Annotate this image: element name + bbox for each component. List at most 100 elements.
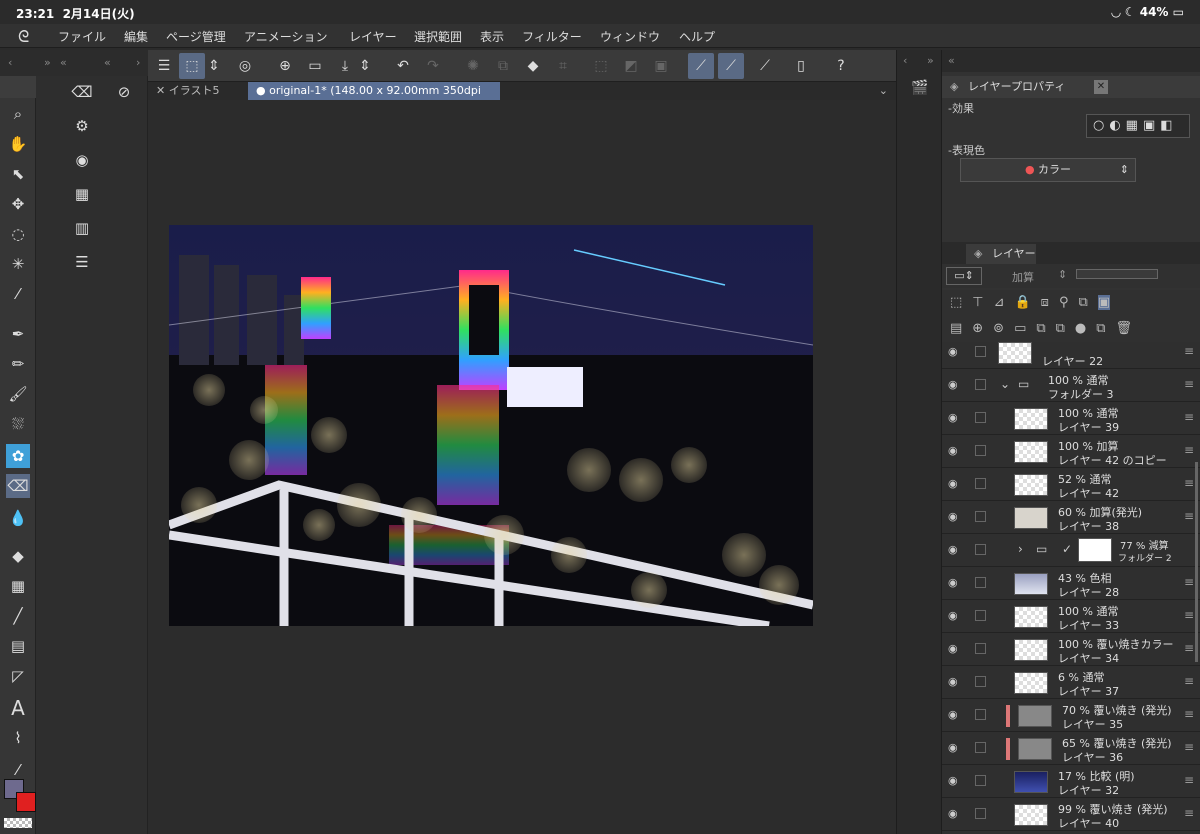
handle-icon[interactable]: ≡	[1184, 377, 1194, 391]
operation-icon[interactable]: ⬉	[6, 162, 30, 186]
pen-icon[interactable]: ✒	[6, 322, 30, 346]
eye-icon[interactable]: ◉	[948, 609, 958, 622]
fill-icon[interactable]: ◆	[520, 53, 546, 79]
checkbox[interactable]	[975, 610, 986, 621]
eye-icon[interactable]: ◉	[948, 345, 958, 358]
layer-panel-tab[interactable]: ◈ レイヤー	[966, 244, 1036, 264]
lasso-icon[interactable]: ◌	[6, 222, 30, 246]
layer-row[interactable]: ◉ レイヤー 22 ≡	[942, 342, 1200, 369]
smartphone-icon[interactable]: ▯	[788, 53, 814, 79]
menu-layer[interactable]: レイヤー	[349, 28, 397, 45]
eraser-settings-icon[interactable]: ⌫	[70, 80, 94, 104]
layer-list-icon[interactable]: ☰	[70, 250, 94, 274]
handle-icon[interactable]: ≡	[1184, 509, 1194, 523]
layer-row[interactable]: ◉ 100 % 加算 レイヤー 42 のコピー ≡	[942, 435, 1200, 468]
layer-lock-row[interactable]: ⬚⊤⊿🔒⧈⚲⧉▣	[942, 290, 1200, 316]
handle-icon[interactable]: ≡	[1184, 773, 1194, 787]
double-chevron-icon[interactable]: »	[44, 56, 51, 69]
animation-icon[interactable]: 🎬	[911, 80, 928, 96]
eye-icon[interactable]: ◉	[948, 543, 958, 556]
frame-icon[interactable]: ▤	[6, 634, 30, 658]
double-chevron-left-icon[interactable]: «	[104, 56, 111, 69]
pencil-icon[interactable]: ✏	[6, 352, 30, 376]
blend-icon[interactable]: 💧	[6, 506, 30, 530]
text-icon[interactable]: A	[6, 696, 30, 720]
checkbox[interactable]	[975, 412, 986, 423]
grid-material-icon[interactable]: ▦	[70, 182, 94, 206]
color-mode-select[interactable]: ● カラー ⇕	[960, 158, 1136, 182]
magic-wand-icon[interactable]: ✳	[6, 252, 30, 276]
brush-icon[interactable]: 🖌	[6, 382, 30, 406]
new-file-icon[interactable]: ⊕	[272, 53, 298, 79]
layer-row[interactable]: ◉ 100 % 覆い焼きカラー レイヤー 34 ≡	[942, 633, 1200, 666]
hamburger-menu-icon[interactable]: ☰	[151, 53, 177, 79]
save-icon[interactable]: ⤓	[332, 53, 358, 79]
handle-icon[interactable]: ≡	[1184, 740, 1194, 754]
eye-icon[interactable]: ◉	[948, 708, 958, 721]
airbrush-icon[interactable]: ⛆	[6, 412, 30, 436]
checkbox[interactable]	[975, 478, 986, 489]
menu-file[interactable]: ファイル	[58, 28, 106, 45]
handle-icon[interactable]: ≡	[1184, 608, 1194, 622]
handle-icon[interactable]: ≡	[1184, 641, 1194, 655]
handle-icon[interactable]: ≡	[1184, 806, 1194, 820]
handle-icon[interactable]: ≡	[1184, 344, 1194, 358]
line-icon[interactable]: ╱	[6, 604, 30, 628]
checkbox[interactable]	[975, 643, 986, 654]
layer-row[interactable]: ◉ 70 % 覆い焼き (発光) レイヤー 35 ≡	[942, 699, 1200, 732]
layer-row[interactable]: ◉ 17 % 比較 (明) レイヤー 32 ≡	[942, 765, 1200, 798]
layer-row[interactable]: ◉ ⌄ ▭ 100 % 通常 フォルダー 3 ≡	[942, 369, 1200, 402]
close-icon[interactable]: ✕	[156, 84, 165, 97]
deselect-icon[interactable]: ⬚	[588, 53, 614, 79]
chevron-left-icon[interactable]: ‹	[903, 54, 907, 67]
ruler-icon[interactable]: ◸	[6, 664, 30, 688]
chevron-right-icon[interactable]: ›	[1018, 542, 1023, 556]
checkbox[interactable]	[975, 775, 986, 786]
menu-help[interactable]: ヘルプ	[679, 28, 715, 45]
ruler-snap-icon[interactable]: ⟋	[688, 53, 714, 79]
eye-icon[interactable]: ◉	[948, 774, 958, 787]
help-icon[interactable]: ?	[828, 53, 854, 79]
eye-icon[interactable]: ◉	[948, 378, 958, 391]
checkbox[interactable]	[975, 445, 986, 456]
double-chevron-left-icon[interactable]: «	[948, 54, 955, 67]
open-folder-icon[interactable]: ▭	[302, 53, 328, 79]
eraser-gear-icon[interactable]: ⚙	[70, 114, 94, 138]
menu-page[interactable]: ページ管理	[166, 28, 226, 45]
eyedropper-icon[interactable]: ⁄	[6, 282, 30, 306]
chevron-down-icon[interactable]: ⌄	[879, 84, 888, 97]
checkbox[interactable]	[975, 709, 986, 720]
layer-row[interactable]: ◉ 43 % 色相 レイヤー 28 ≡	[942, 567, 1200, 600]
handle-icon[interactable]: ≡	[1184, 410, 1194, 424]
loading-icon[interactable]: ✺	[460, 53, 486, 79]
layer-scrollbar[interactable]	[1195, 462, 1198, 662]
menu-filter[interactable]: フィルター	[522, 28, 582, 45]
layer-row[interactable]: ◉ 100 % 通常 レイヤー 33 ≡	[942, 600, 1200, 633]
menu-view[interactable]: 表示	[480, 28, 504, 45]
transform-icon[interactable]: ⧉	[490, 53, 516, 79]
checkbox[interactable]	[975, 544, 986, 555]
sub-color-swatch[interactable]	[16, 792, 36, 812]
circle-material-icon[interactable]: ◉	[70, 148, 94, 172]
double-chevron-icon[interactable]: »	[927, 54, 934, 67]
opacity-slider[interactable]	[1076, 269, 1158, 279]
layer-row[interactable]: ◉ 65 % 覆い焼き (発光) レイヤー 36 ≡	[942, 732, 1200, 765]
tab-original[interactable]: ● original-1* (148.00 x 92.00mm 350dpi 6…	[248, 82, 500, 115]
tab-illust5[interactable]: ✕ イラスト5	[148, 82, 248, 100]
layer-row[interactable]: ◉ 60 % 加算(発光) レイヤー 38 ≡	[942, 501, 1200, 534]
film-icon[interactable]: ▥	[70, 216, 94, 240]
checkbox[interactable]	[975, 577, 986, 588]
quick-access-icon[interactable]: ⬚	[179, 53, 205, 79]
balloon-icon[interactable]: ⌇	[6, 726, 30, 750]
eye-icon[interactable]: ◉	[948, 411, 958, 424]
zoom-icon[interactable]: ⌕	[6, 102, 30, 126]
fill-bucket-icon[interactable]: ◆	[6, 544, 30, 568]
menu-window[interactable]: ウィンドウ	[600, 28, 660, 45]
gradient-icon[interactable]: ▦	[6, 574, 30, 598]
eye-icon[interactable]: ◉	[948, 444, 958, 457]
double-chevron-left-icon[interactable]: «	[60, 56, 67, 69]
undo-icon[interactable]: ↶	[390, 53, 416, 79]
decoration-icon[interactable]: ✿	[6, 444, 30, 468]
eye-icon[interactable]: ◉	[948, 807, 958, 820]
menu-animation[interactable]: アニメーション	[244, 28, 328, 45]
